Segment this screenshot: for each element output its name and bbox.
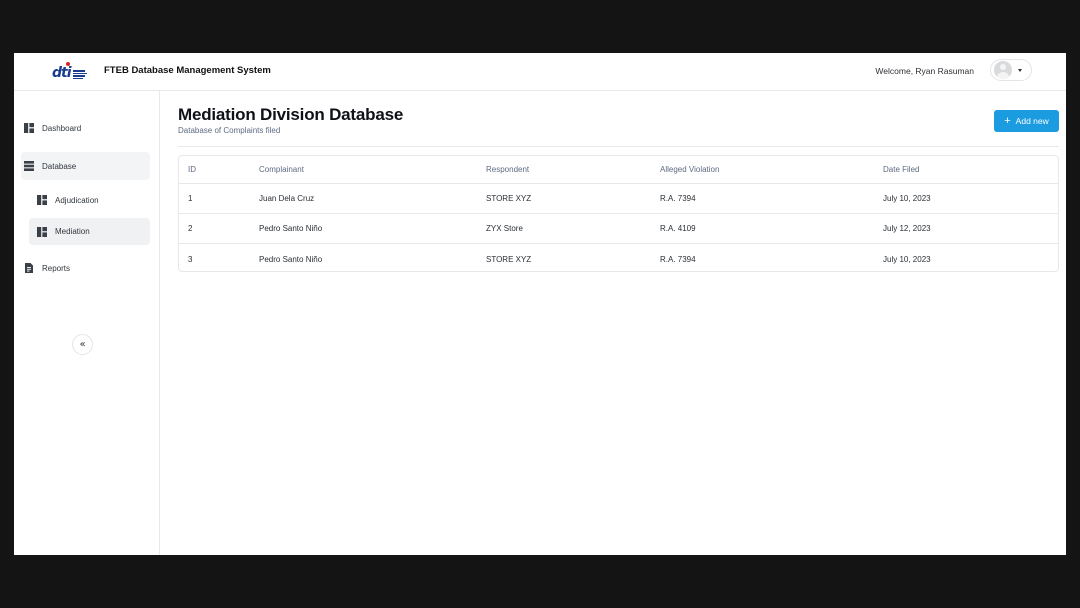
complaints-table: ID Complainant Respondent Alleged Violat…	[178, 155, 1059, 272]
app-window: dti FTEB Database Management System Welc…	[14, 53, 1066, 555]
page-title: Mediation Division Database	[178, 105, 404, 124]
dashboard-icon	[37, 195, 47, 205]
column-header-id[interactable]: ID	[188, 156, 196, 183]
document-icon	[25, 263, 33, 273]
app-title: FTEB Database Management System	[104, 65, 271, 76]
table-header-row: ID Complainant Respondent Alleged Violat…	[179, 156, 1058, 184]
cell-date-filed: July 10, 2023	[883, 254, 931, 264]
cell-complainant: Juan Dela Cruz	[259, 194, 315, 203]
cell-respondent: STORE XYZ	[486, 254, 532, 264]
logo-lines	[72, 70, 87, 80]
cell-alleged-violation: R.A. 4109	[660, 224, 696, 233]
cell-respondent: ZYX Store	[486, 224, 523, 233]
sidebar-item-reports[interactable]: Reports	[24, 261, 150, 275]
sidebar-item-adjudication[interactable]: Adjudication	[37, 193, 150, 207]
add-new-label: Add new	[1015, 116, 1049, 126]
dashboard-icon	[24, 123, 34, 133]
collapse-sidebar-button[interactable]: «	[72, 334, 93, 355]
cell-respondent: STORE XYZ	[486, 194, 532, 203]
logo-text: dti	[52, 65, 71, 81]
cell-id: 1	[188, 194, 193, 203]
cell-date-filed: July 12, 2023	[883, 224, 931, 233]
sidebar-item-label: Dashboard	[42, 123, 82, 133]
main-content: Mediation Division Database Database of …	[160, 91, 1066, 555]
welcome-text: Welcome, Ryan Rasuman	[875, 66, 974, 76]
double-chevron-left-icon: «	[79, 339, 86, 350]
cell-alleged-violation: R.A. 7394	[660, 194, 696, 203]
table-row[interactable]: 2 Pedro Santo Niño ZYX Store R.A. 4109 J…	[179, 214, 1058, 244]
caret-down-icon	[1018, 68, 1022, 72]
user-menu-button[interactable]	[990, 59, 1032, 81]
cell-alleged-violation: R.A. 7394	[660, 254, 696, 264]
sidebar-item-dashboard[interactable]: Dashboard	[24, 121, 150, 135]
sidebar-item-label: Mediation	[55, 227, 90, 236]
cell-complainant: Pedro Santo Niño	[259, 254, 323, 264]
table-row[interactable]: 3 Pedro Santo Niño STORE XYZ R.A. 7394 J…	[179, 244, 1058, 271]
page-subtitle: Database of Complaints filed	[178, 126, 281, 135]
plus-icon: +	[1004, 115, 1011, 127]
sidebar-item-label: Reports	[42, 263, 71, 273]
add-new-button[interactable]: + Add new	[994, 110, 1059, 132]
cell-id: 3	[188, 254, 193, 264]
column-header-respondent[interactable]: Respondent	[486, 156, 529, 183]
cell-complainant: Pedro Santo Niño	[259, 224, 323, 233]
avatar	[994, 61, 1012, 79]
column-header-complainant[interactable]: Complainant	[259, 156, 304, 183]
logo-dot	[66, 62, 70, 66]
sidebar-item-database[interactable]: Database	[21, 152, 150, 180]
column-header-date-filed[interactable]: Date Filed	[883, 156, 919, 183]
table-row[interactable]: 1 Juan Dela Cruz STORE XYZ R.A. 7394 Jul…	[179, 184, 1058, 214]
column-header-alleged-violation[interactable]: Alleged Violation	[660, 156, 719, 183]
sidebar: Dashboard Database Adjudication Mediatio…	[14, 91, 160, 555]
top-bar: dti FTEB Database Management System Welc…	[14, 53, 1066, 91]
dashboard-icon	[37, 226, 47, 237]
sidebar-item-label: Adjudication	[55, 195, 99, 205]
dti-logo[interactable]: dti	[52, 62, 90, 80]
database-icon	[24, 161, 34, 171]
divider	[178, 146, 1059, 147]
cell-id: 2	[188, 224, 193, 233]
cell-date-filed: July 10, 2023	[883, 194, 931, 203]
sidebar-item-label: Database	[42, 161, 77, 171]
sidebar-item-mediation[interactable]: Mediation	[29, 218, 150, 245]
